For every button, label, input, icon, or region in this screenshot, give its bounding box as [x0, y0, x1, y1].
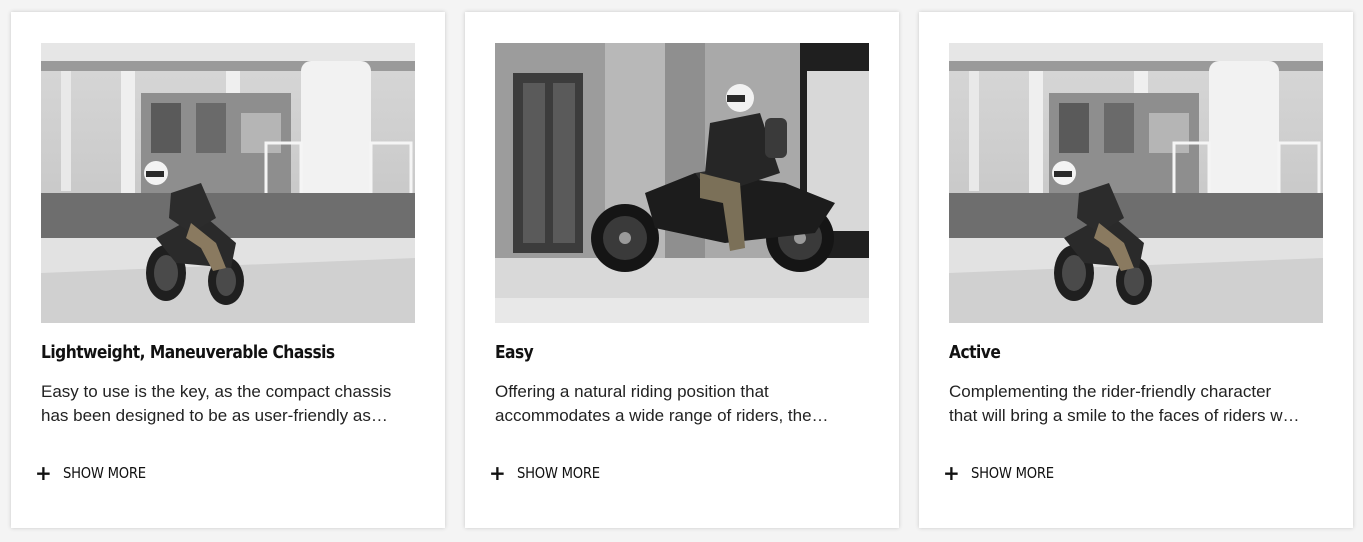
card-title: Easy	[495, 342, 534, 363]
card-description: Complementing the rider-friendly charact…	[949, 380, 1325, 428]
plus-icon: +	[35, 461, 52, 485]
show-more-button[interactable]: + SHOW MORE	[489, 460, 611, 486]
show-more-label: SHOW MORE	[971, 464, 1054, 482]
plus-icon: +	[943, 461, 960, 485]
card-title: Lightweight, Maneuverable Chassis	[41, 342, 335, 363]
motorcycle-side-view-photo	[495, 43, 869, 323]
feature-card-active: Active Complementing the rider-friendly …	[919, 12, 1353, 528]
feature-card-lightweight: Lightweight, Maneuverable Chassis Easy t…	[11, 12, 445, 528]
card-title: Active	[949, 342, 1001, 363]
description-line: has been designed to be as user-friendly…	[41, 406, 388, 425]
description-line: Offering a natural riding position that	[495, 382, 769, 401]
show-more-label: SHOW MORE	[63, 464, 146, 482]
motorcycle-cornering-photo	[949, 43, 1323, 323]
card-description: Offering a natural riding position that …	[495, 380, 871, 428]
description-line: that will bring a smile to the faces of …	[949, 406, 1300, 425]
show-more-button[interactable]: + SHOW MORE	[35, 460, 157, 486]
plus-icon: +	[489, 461, 506, 485]
motorcycle-cornering-photo	[41, 43, 415, 323]
description-line: Easy to use is the key, as the compact c…	[41, 382, 392, 401]
show-more-button[interactable]: + SHOW MORE	[943, 460, 1065, 486]
feature-card-easy: Easy Offering a natural riding position …	[465, 12, 899, 528]
description-line: accommodates a wide range of riders, the…	[495, 406, 829, 425]
description-line: Complementing the rider-friendly charact…	[949, 382, 1272, 401]
show-more-label: SHOW MORE	[517, 464, 600, 482]
feature-cards: Lightweight, Maneuverable Chassis Easy t…	[0, 0, 1363, 542]
card-description: Easy to use is the key, as the compact c…	[41, 380, 417, 428]
